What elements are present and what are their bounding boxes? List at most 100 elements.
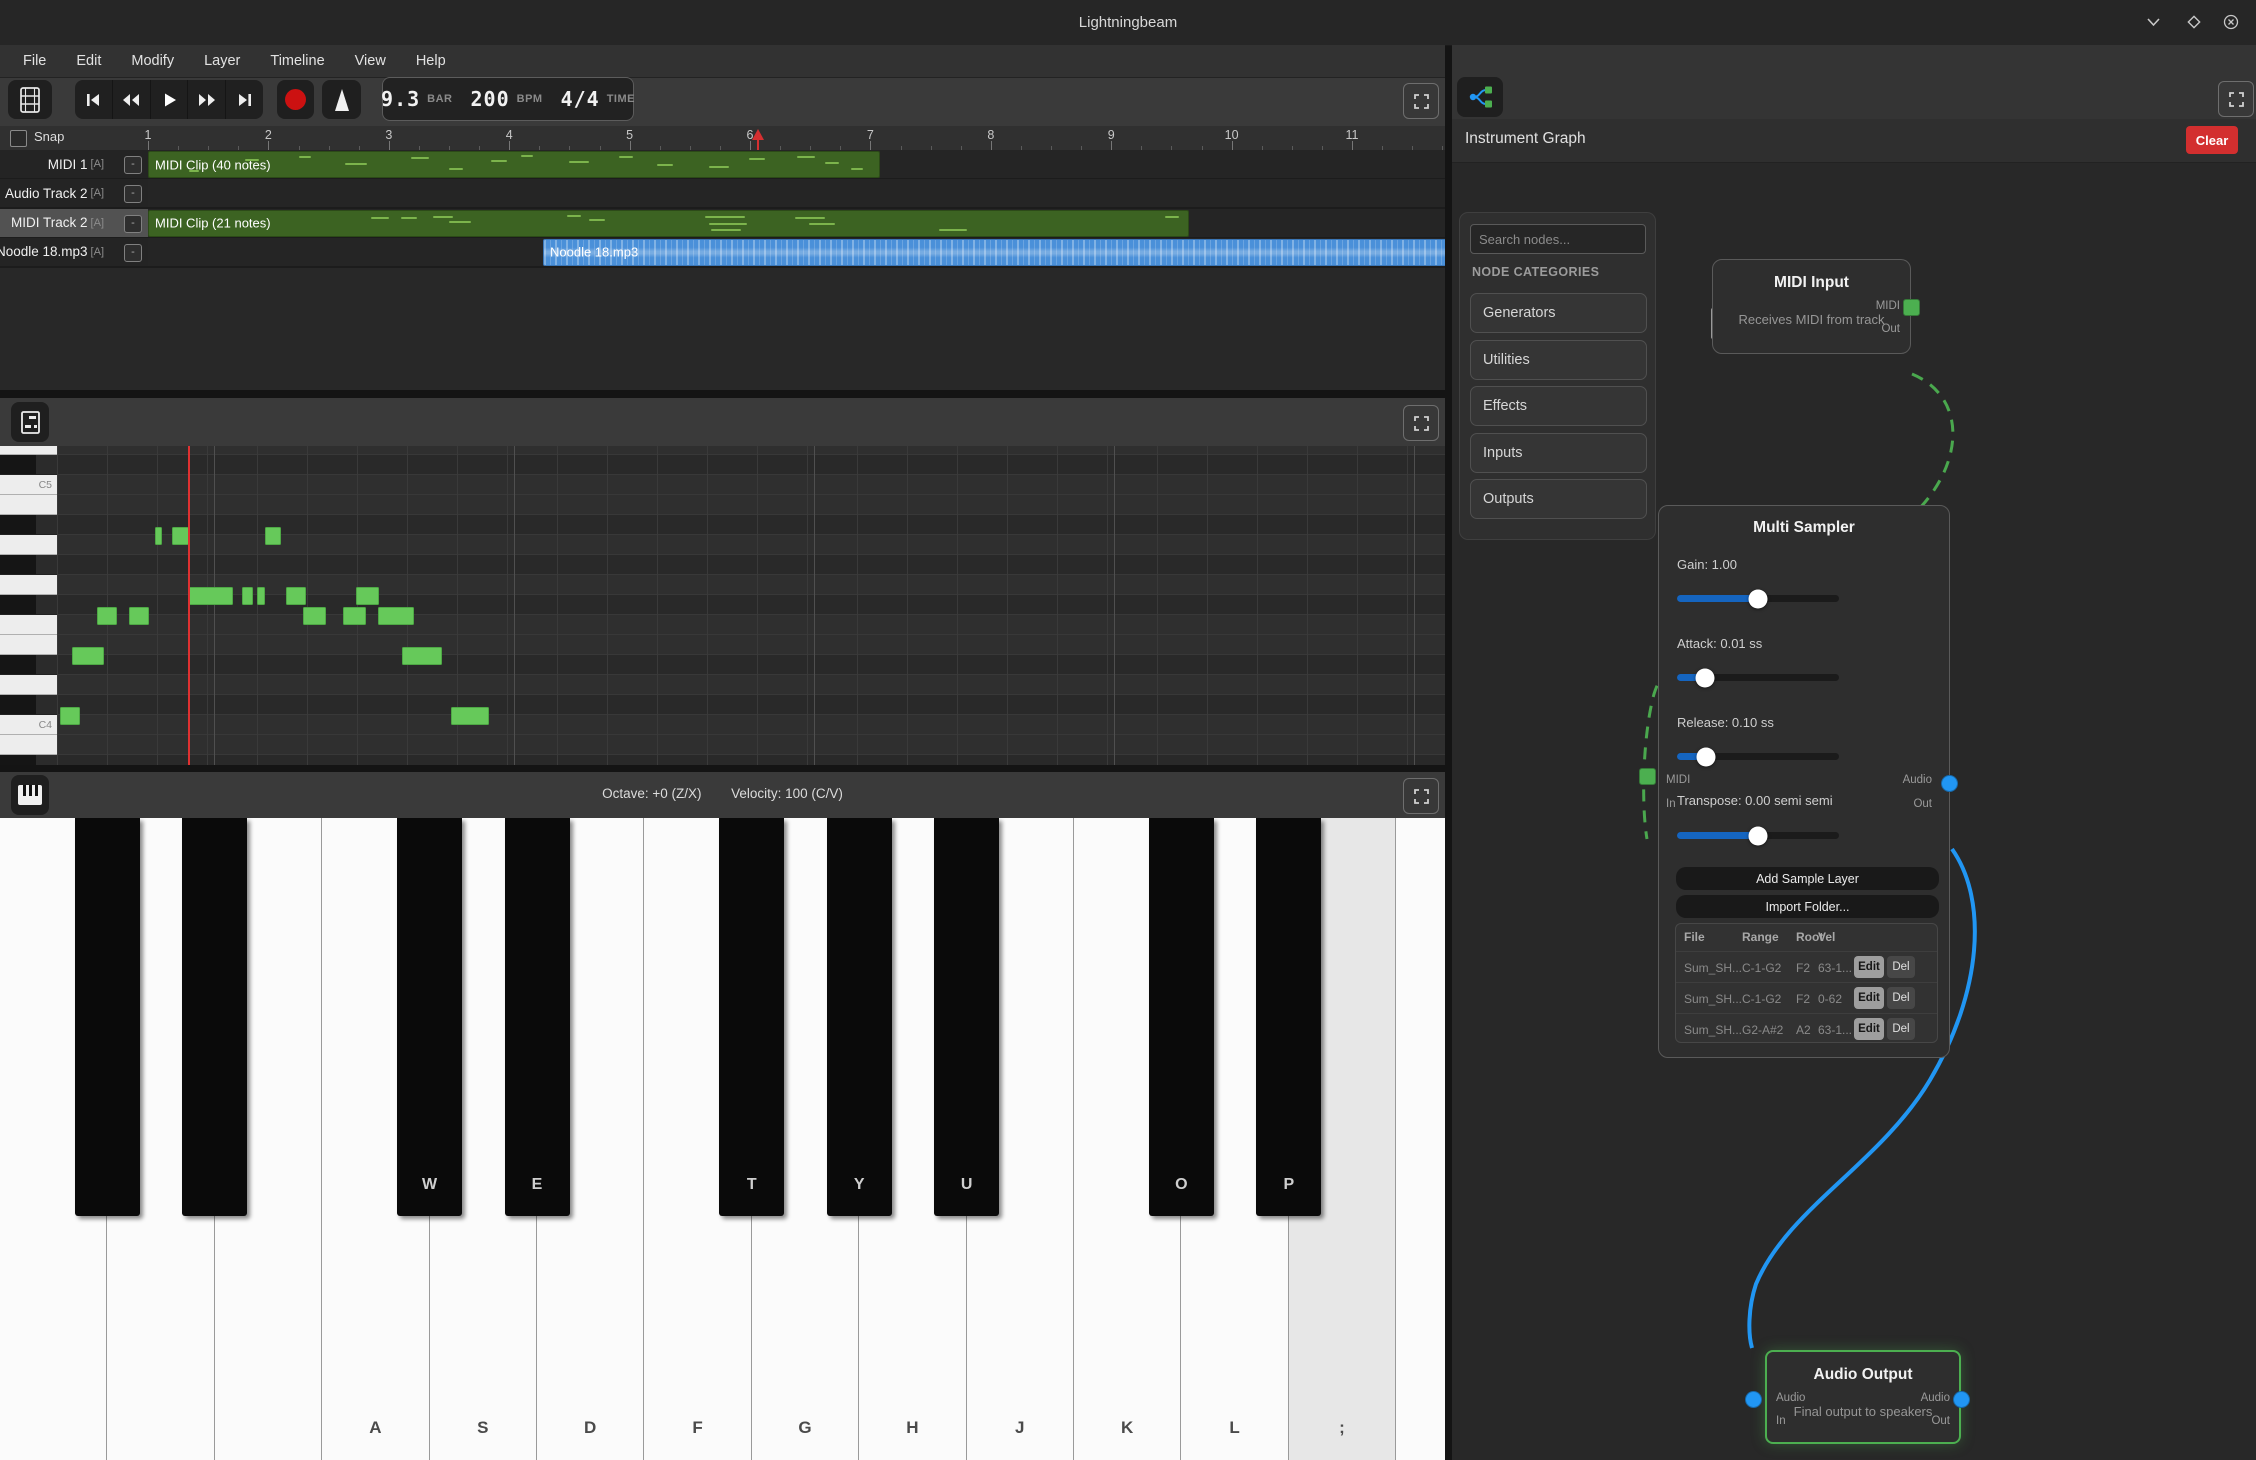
midi-note[interactable]	[402, 647, 442, 665]
close-icon[interactable]	[2218, 9, 2244, 35]
midi-note[interactable]	[155, 527, 162, 545]
roll-key-G#4[interactable]	[0, 555, 57, 575]
menu-file[interactable]: File	[10, 49, 59, 73]
roll-key-F4[interactable]	[0, 615, 57, 635]
timeline-fullscreen-button[interactable]	[1403, 83, 1439, 119]
black-key-5[interactable]: E	[505, 818, 570, 1216]
roll-key-D4[interactable]	[0, 675, 57, 695]
roll-row-C4[interactable]	[57, 715, 1445, 735]
menu-timeline[interactable]: Timeline	[257, 49, 337, 73]
timeline-panel-icon-button[interactable]	[8, 80, 52, 119]
record-button[interactable]	[277, 80, 314, 119]
roll-row-B3[interactable]	[57, 735, 1445, 755]
midi-out-port[interactable]	[1903, 299, 1920, 316]
track-label[interactable]: MIDI 1[A]-	[0, 150, 148, 178]
category-outputs[interactable]: Outputs	[1470, 479, 1647, 519]
menu-edit[interactable]: Edit	[63, 49, 114, 73]
virtual-keyboard[interactable]: ASDFGHJKL;WETYUOP	[0, 818, 1445, 1460]
track-label[interactable]: Noodle 18.mp3[A]-	[0, 238, 148, 266]
slider-track[interactable]	[1677, 832, 1839, 839]
maximize-icon[interactable]	[2181, 9, 2207, 35]
midi-note[interactable]	[343, 607, 366, 625]
track-row-2[interactable]: Audio Track 2[A]-	[0, 179, 1445, 209]
midi-note[interactable]	[378, 607, 414, 625]
audio-out-port[interactable]	[1941, 775, 1958, 792]
roll-row-C#4[interactable]	[57, 695, 1445, 715]
slider-track[interactable]	[1677, 674, 1839, 681]
category-utilities[interactable]: Utilities	[1470, 340, 1647, 380]
roll-key-E4[interactable]	[0, 635, 57, 655]
roll-key-A#3[interactable]	[0, 755, 57, 765]
black-key-1[interactable]	[75, 818, 140, 1216]
roll-row-F4[interactable]	[57, 615, 1445, 635]
edit-button[interactable]: Edit	[1854, 1018, 1884, 1040]
track-label[interactable]: MIDI Track 2[A]-	[0, 209, 148, 237]
black-key-2[interactable]	[182, 818, 247, 1216]
midi-note[interactable]	[451, 707, 489, 725]
delete-button[interactable]: Del	[1887, 956, 1915, 978]
slider-thumb[interactable]	[1749, 589, 1768, 608]
menu-help[interactable]: Help	[403, 49, 459, 73]
roll-key-F#4[interactable]	[0, 595, 57, 615]
track-label[interactable]: Audio Track 2[A]-	[0, 179, 148, 207]
search-input[interactable]	[1470, 224, 1646, 254]
midi-note[interactable]	[356, 587, 379, 605]
roll-row-B4[interactable]	[57, 495, 1445, 515]
track-row-4[interactable]: Noodle 18.mp3 Noodle 18.mp3[A]-	[0, 238, 1445, 268]
midi-in-port[interactable]	[1639, 768, 1656, 785]
track-mute-button[interactable]: -	[124, 244, 142, 262]
roll-key-C4[interactable]: C4	[0, 715, 57, 735]
track-mute-button[interactable]: -	[124, 156, 142, 174]
black-key-12[interactable]: P	[1256, 818, 1321, 1216]
audio-in-port[interactable]	[1745, 1391, 1762, 1408]
white-key-13[interactable]	[1396, 818, 1445, 1460]
midi-note[interactable]	[172, 527, 189, 545]
clip-midi[interactable]: MIDI Clip (40 notes)	[148, 151, 880, 178]
multi-sampler-node[interactable]: Multi Sampler Gain: 1.00Attack: 0.01 ssR…	[1658, 505, 1950, 1058]
menu-layer[interactable]: Layer	[191, 49, 253, 73]
roll-key-C#5[interactable]	[0, 455, 57, 475]
menu-view[interactable]: View	[342, 49, 399, 73]
midi-note[interactable]	[265, 527, 281, 545]
delete-button[interactable]: Del	[1887, 1018, 1915, 1040]
slider-thumb[interactable]	[1697, 747, 1716, 766]
midi-note[interactable]	[129, 607, 149, 625]
skip-to-end-button[interactable]	[226, 80, 263, 119]
audio-out-port[interactable]	[1953, 1391, 1970, 1408]
category-effects[interactable]: Effects	[1470, 386, 1647, 426]
edit-button[interactable]: Edit	[1854, 956, 1884, 978]
slider-track[interactable]	[1677, 753, 1839, 760]
piano-roll[interactable]: C5C4	[0, 446, 1445, 765]
piano-roll-panel-button[interactable]	[11, 402, 49, 442]
track-mute-button[interactable]: -	[124, 215, 142, 233]
roll-row-E4[interactable]	[57, 635, 1445, 655]
roll-key-D#4[interactable]	[0, 655, 57, 675]
roll-row-C#5[interactable]	[57, 455, 1445, 475]
black-key-7[interactable]: T	[719, 818, 784, 1216]
clip-midi[interactable]: MIDI Clip (21 notes)	[148, 210, 1189, 237]
slider-thumb[interactable]	[1695, 668, 1714, 687]
menu-modify[interactable]: Modify	[118, 49, 187, 73]
track-row-1[interactable]: MIDI Clip (40 notes)MIDI 1[A]-	[0, 150, 1445, 180]
add-sample-layer-button[interactable]: Add Sample Layer	[1676, 867, 1939, 890]
midi-note[interactable]	[72, 647, 104, 665]
roll-key-B3[interactable]	[0, 735, 57, 755]
clear-button[interactable]: Clear	[2186, 126, 2238, 154]
category-generators[interactable]: Generators	[1470, 293, 1647, 333]
black-key-8[interactable]: Y	[827, 818, 892, 1216]
slider-thumb[interactable]	[1749, 826, 1768, 845]
black-key-4[interactable]: W	[397, 818, 462, 1216]
clip-audio[interactable]: Noodle 18.mp3	[543, 239, 1445, 266]
black-key-9[interactable]: U	[934, 818, 999, 1216]
rewind-button[interactable]	[113, 80, 151, 119]
minimize-icon[interactable]	[2140, 9, 2166, 35]
graph-panel-button[interactable]	[1457, 77, 1503, 117]
roll-key-D5[interactable]	[0, 446, 57, 455]
piano-roll-fullscreen-button[interactable]	[1403, 405, 1439, 441]
roll-row-G#4[interactable]	[57, 555, 1445, 575]
tempo-display[interactable]: 9.3 BAR 200 BPM 4/4 TIME	[382, 77, 634, 121]
midi-note[interactable]	[242, 587, 253, 605]
roll-row-D#4[interactable]	[57, 655, 1445, 675]
graph-canvas[interactable]: NODE CATEGORIES GeneratorsUtilitiesEffec…	[1452, 162, 2256, 1460]
snap-checkbox[interactable]	[10, 130, 27, 147]
